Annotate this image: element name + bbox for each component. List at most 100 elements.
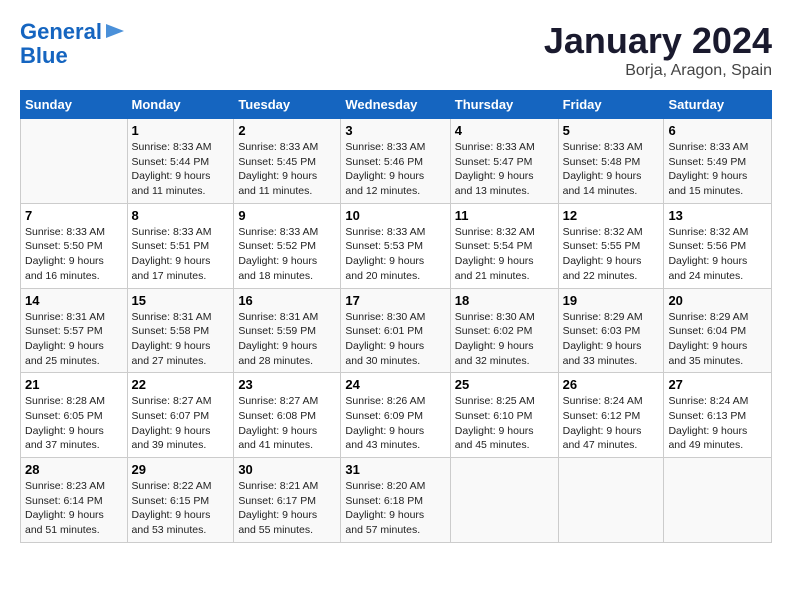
calendar-cell <box>664 458 772 543</box>
day-number: 8 <box>132 208 230 223</box>
calendar-cell: 16 Sunrise: 8:31 AMSunset: 5:59 PMDayligh… <box>234 288 341 373</box>
day-number: 27 <box>668 377 767 392</box>
day-info: Sunrise: 8:21 AMSunset: 6:17 PMDaylight:… <box>238 479 336 538</box>
calendar-cell: 11 Sunrise: 8:32 AMSunset: 5:54 PMDayligh… <box>450 203 558 288</box>
day-number: 14 <box>25 293 123 308</box>
day-info: Sunrise: 8:30 AMSunset: 6:02 PMDaylight:… <box>455 310 554 369</box>
day-info: Sunrise: 8:22 AMSunset: 6:15 PMDaylight:… <box>132 479 230 538</box>
day-number: 31 <box>345 462 445 477</box>
day-number: 16 <box>238 293 336 308</box>
day-info: Sunrise: 8:32 AMSunset: 5:54 PMDaylight:… <box>455 225 554 284</box>
logo-text: General <box>20 20 102 44</box>
calendar-cell: 22 Sunrise: 8:27 AMSunset: 6:07 PMDayligh… <box>127 373 234 458</box>
day-number: 24 <box>345 377 445 392</box>
calendar-cell: 7 Sunrise: 8:33 AMSunset: 5:50 PMDaylight… <box>21 203 128 288</box>
day-number: 29 <box>132 462 230 477</box>
calendar-cell <box>558 458 664 543</box>
calendar-header-saturday: Saturday <box>664 91 772 119</box>
day-number: 12 <box>563 208 660 223</box>
day-info: Sunrise: 8:29 AMSunset: 6:03 PMDaylight:… <box>563 310 660 369</box>
day-number: 13 <box>668 208 767 223</box>
calendar-cell: 5 Sunrise: 8:33 AMSunset: 5:48 PMDaylight… <box>558 119 664 204</box>
day-info: Sunrise: 8:25 AMSunset: 6:10 PMDaylight:… <box>455 394 554 453</box>
day-number: 1 <box>132 123 230 138</box>
calendar-cell: 10 Sunrise: 8:33 AMSunset: 5:53 PMDayligh… <box>341 203 450 288</box>
day-info: Sunrise: 8:32 AMSunset: 5:55 PMDaylight:… <box>563 225 660 284</box>
page-title: January 2024 <box>544 20 772 62</box>
day-number: 17 <box>345 293 445 308</box>
calendar-header-wednesday: Wednesday <box>341 91 450 119</box>
calendar-header-monday: Monday <box>127 91 234 119</box>
calendar-cell: 13 Sunrise: 8:32 AMSunset: 5:56 PMDayligh… <box>664 203 772 288</box>
calendar-cell: 31 Sunrise: 8:20 AMSunset: 6:18 PMDayligh… <box>341 458 450 543</box>
calendar-cell: 6Sunrise: 8:33 AMSunset: 5:49 PMDaylight… <box>664 119 772 204</box>
calendar-cell: 3 Sunrise: 8:33 AMSunset: 5:46 PMDaylight… <box>341 119 450 204</box>
day-info: Sunrise: 8:33 AMSunset: 5:51 PMDaylight:… <box>132 225 230 284</box>
calendar-cell: 12 Sunrise: 8:32 AMSunset: 5:55 PMDayligh… <box>558 203 664 288</box>
calendar-week-4: 21 Sunrise: 8:28 AMSunset: 6:05 PMDayligh… <box>21 373 772 458</box>
day-number: 2 <box>238 123 336 138</box>
day-number: 21 <box>25 377 123 392</box>
day-number: 7 <box>25 208 123 223</box>
title-block: January 2024 Borja, Aragon, Spain <box>544 20 772 80</box>
day-info: Sunrise: 8:33 AMSunset: 5:46 PMDaylight:… <box>345 140 445 199</box>
calendar-cell: 15 Sunrise: 8:31 AMSunset: 5:58 PMDayligh… <box>127 288 234 373</box>
page-subtitle: Borja, Aragon, Spain <box>544 62 772 80</box>
day-number: 10 <box>345 208 445 223</box>
calendar-cell: 8 Sunrise: 8:33 AMSunset: 5:51 PMDaylight… <box>127 203 234 288</box>
day-number: 4 <box>455 123 554 138</box>
day-number: 9 <box>238 208 336 223</box>
day-number: 19 <box>563 293 660 308</box>
calendar-table: SundayMondayTuesdayWednesdayThursdayFrid… <box>20 90 772 543</box>
day-info: Sunrise: 8:28 AMSunset: 6:05 PMDaylight:… <box>25 394 123 453</box>
calendar-header-tuesday: Tuesday <box>234 91 341 119</box>
day-number: 22 <box>132 377 230 392</box>
calendar-header-friday: Friday <box>558 91 664 119</box>
day-info: Sunrise: 8:33 AMSunset: 5:47 PMDaylight:… <box>455 140 554 199</box>
calendar-cell: 14 Sunrise: 8:31 AMSunset: 5:57 PMDayligh… <box>21 288 128 373</box>
calendar-week-1: 1 Sunrise: 8:33 AMSunset: 5:44 PMDaylight… <box>21 119 772 204</box>
day-number: 30 <box>238 462 336 477</box>
day-number: 26 <box>563 377 660 392</box>
day-info: Sunrise: 8:33 AMSunset: 5:50 PMDaylight:… <box>25 225 123 284</box>
calendar-cell: 18Sunrise: 8:30 AMSunset: 6:02 PMDayligh… <box>450 288 558 373</box>
day-number: 6 <box>668 123 767 138</box>
day-number: 3 <box>345 123 445 138</box>
calendar-cell: 2 Sunrise: 8:33 AMSunset: 5:45 PMDaylight… <box>234 119 341 204</box>
calendar-cell: 30 Sunrise: 8:21 AMSunset: 6:17 PMDayligh… <box>234 458 341 543</box>
calendar-cell: 25 Sunrise: 8:25 AMSunset: 6:10 PMDayligh… <box>450 373 558 458</box>
calendar-cell: 19 Sunrise: 8:29 AMSunset: 6:03 PMDayligh… <box>558 288 664 373</box>
calendar-cell: 9 Sunrise: 8:33 AMSunset: 5:52 PMDaylight… <box>234 203 341 288</box>
day-number: 23 <box>238 377 336 392</box>
calendar-cell: 27Sunrise: 8:24 AMSunset: 6:13 PMDayligh… <box>664 373 772 458</box>
day-info: Sunrise: 8:33 AMSunset: 5:53 PMDaylight:… <box>345 225 445 284</box>
calendar-cell: 26Sunrise: 8:24 AMSunset: 6:12 PMDayligh… <box>558 373 664 458</box>
day-info: Sunrise: 8:33 AMSunset: 5:45 PMDaylight:… <box>238 140 336 199</box>
page-header: General Blue January 2024 Borja, Aragon,… <box>20 20 772 80</box>
day-number: 5 <box>563 123 660 138</box>
calendar-cell: 1 Sunrise: 8:33 AMSunset: 5:44 PMDaylight… <box>127 119 234 204</box>
day-info: Sunrise: 8:32 AMSunset: 5:56 PMDaylight:… <box>668 225 767 284</box>
day-info: Sunrise: 8:33 AMSunset: 5:52 PMDaylight:… <box>238 225 336 284</box>
calendar-cell: 21 Sunrise: 8:28 AMSunset: 6:05 PMDayligh… <box>21 373 128 458</box>
day-info: Sunrise: 8:26 AMSunset: 6:09 PMDaylight:… <box>345 394 445 453</box>
calendar-cell: 24 Sunrise: 8:26 AMSunset: 6:09 PMDayligh… <box>341 373 450 458</box>
day-info: Sunrise: 8:30 AMSunset: 6:01 PMDaylight:… <box>345 310 445 369</box>
day-info: Sunrise: 8:33 AMSunset: 5:48 PMDaylight:… <box>563 140 660 199</box>
logo-text2: Blue <box>20 43 68 68</box>
day-number: 11 <box>455 208 554 223</box>
calendar-cell: 29 Sunrise: 8:22 AMSunset: 6:15 PMDayligh… <box>127 458 234 543</box>
calendar-week-5: 28Sunrise: 8:23 AMSunset: 6:14 PMDayligh… <box>21 458 772 543</box>
calendar-cell <box>21 119 128 204</box>
day-info: Sunrise: 8:33 AMSunset: 5:44 PMDaylight:… <box>132 140 230 199</box>
day-info: Sunrise: 8:27 AMSunset: 6:07 PMDaylight:… <box>132 394 230 453</box>
day-number: 25 <box>455 377 554 392</box>
day-info: Sunrise: 8:20 AMSunset: 6:18 PMDaylight:… <box>345 479 445 538</box>
day-number: 20 <box>668 293 767 308</box>
day-info: Sunrise: 8:31 AMSunset: 5:59 PMDaylight:… <box>238 310 336 369</box>
day-info: Sunrise: 8:31 AMSunset: 5:58 PMDaylight:… <box>132 310 230 369</box>
calendar-week-2: 7 Sunrise: 8:33 AMSunset: 5:50 PMDaylight… <box>21 203 772 288</box>
day-number: 15 <box>132 293 230 308</box>
calendar-cell <box>450 458 558 543</box>
day-info: Sunrise: 8:31 AMSunset: 5:57 PMDaylight:… <box>25 310 123 369</box>
